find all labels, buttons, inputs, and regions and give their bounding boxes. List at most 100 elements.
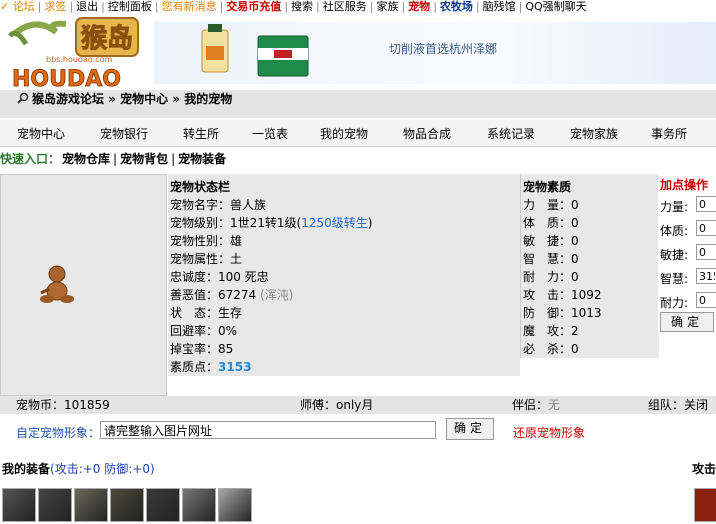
pet-level: 宠物级别：1世21转1级(1250级转生)	[170, 216, 373, 230]
add-point-input[interactable]	[696, 268, 716, 284]
quick-entry-label: 快速入口：	[0, 152, 61, 166]
topbar-link-7[interactable]: 社区服务	[323, 0, 367, 13]
sword-icon[interactable]	[2, 488, 36, 522]
pet-partner: 伴侣：无	[512, 398, 561, 412]
custom-image-row: 自定宠物形象： 确定 还原宠物形象	[0, 416, 716, 446]
ad-banner[interactable]: 切削液首选杭州泽娜	[154, 22, 716, 84]
add-point-input[interactable]	[696, 220, 716, 236]
team-close-link[interactable]: 关闭	[684, 398, 708, 412]
menu-item-0[interactable]: 宠物中心	[17, 125, 65, 142]
quick-link-bag[interactable]: 宠物背包	[120, 152, 168, 166]
menu-item-4[interactable]: 我的宠物	[320, 125, 368, 142]
breadcrumb: 猴岛游戏论坛 » 宠物中心 » 我的宠物	[0, 90, 716, 118]
pet-avatar	[40, 265, 74, 303]
menu-item-5[interactable]: 物品合成	[403, 125, 451, 142]
topbar-separator: |	[284, 0, 289, 13]
custom-image-confirm-button[interactable]: 确定	[446, 418, 494, 440]
equipped-item-icon[interactable]	[694, 488, 716, 522]
equipment-right-label: 攻击	[692, 462, 716, 476]
topbar-separator: |	[37, 0, 42, 13]
quick-entry: 快速入口： 宠物仓库 | 宠物背包 | 宠物装备	[0, 152, 227, 166]
boots-icon[interactable]	[146, 488, 180, 522]
menu-item-8[interactable]: 事务所	[651, 125, 687, 142]
equipment-section: 我的装备(攻击:+0 防御:+0) 攻击	[0, 456, 716, 524]
attribute-row: 智 慧：0	[523, 252, 579, 266]
pet-gender: 宠物性别：雄	[170, 234, 243, 248]
topbar-separator: |	[69, 0, 74, 13]
topbar-link-1[interactable]: 求签	[44, 0, 66, 13]
topbar-separator: |	[433, 0, 437, 13]
attribute-row: 防 御：1013	[523, 306, 602, 320]
quick-link-equipment[interactable]: 宠物装备	[178, 152, 226, 166]
breadcrumb-text[interactable]: 猴岛游戏论坛 » 宠物中心 » 我的宠物	[32, 90, 232, 108]
menu-item-6[interactable]: 系统记录	[487, 125, 535, 142]
pet-karma: 善恶值：67274 (浑沌)	[170, 288, 294, 302]
topbar-link-6[interactable]: 搜索	[291, 0, 313, 13]
topbar-link-9[interactable]: 宠物	[408, 0, 430, 13]
topbar-separator: |	[219, 0, 224, 13]
svg-text:bbs.houdao.com: bbs.houdao.com	[46, 55, 112, 64]
pet-image-panel	[0, 174, 167, 396]
add-point-input[interactable]	[696, 196, 716, 212]
banner-text: 切削液首选杭州泽娜	[389, 42, 498, 56]
pet-points: 素质点：3153	[170, 360, 252, 374]
menu-item-2[interactable]: 转生所	[183, 125, 219, 142]
topbar-link-5[interactable]: 交易币充值	[226, 0, 281, 13]
add-point-label: 智慧:	[660, 272, 689, 286]
topbar-separator: |	[154, 0, 159, 13]
pet-attributes-panel: 宠物素质 力 量：0 体 质：0 敏 捷：0 智 慧：0 耐 力：0 攻 击：1092 防 …	[520, 174, 659, 358]
topbar-link-8[interactable]: 家族	[376, 0, 398, 13]
pet-name: 宠物名字：兽人族	[170, 198, 267, 212]
svg-text:猴岛: 猴岛	[81, 23, 133, 54]
menu-item-3[interactable]: 一览表	[252, 125, 288, 142]
attribute-row: 耐 力：0	[523, 270, 579, 284]
add-points-panel: 加点操作 确定 力量: 体质: 敏捷: 智慧: 耐力:	[658, 174, 716, 334]
status-title: 宠物状态栏	[170, 180, 231, 194]
site-logo[interactable]: 猴岛 bbs.houdao.com HOUDAO	[6, 14, 154, 92]
topbar-link-10[interactable]: 农牧场	[440, 0, 473, 13]
attribute-row: 魔 攻：2	[523, 324, 579, 338]
topbar-separator: |	[316, 0, 320, 13]
pet-info-bar: 宠物币：101859 师傅：only月 伴侣：无 组队：关闭	[0, 396, 716, 414]
menu-item-7[interactable]: 宠物家族	[570, 125, 618, 142]
pet-state: 状 态：生存	[170, 306, 243, 320]
armor-icon[interactable]	[110, 488, 144, 522]
add-points-confirm-button[interactable]: 确定	[660, 312, 714, 332]
image-url-input[interactable]	[100, 421, 436, 439]
topbar-link-0[interactable]: ✓ 论坛	[0, 0, 35, 13]
restore-image-link[interactable]: 还原宠物形象	[513, 424, 585, 441]
topbar-link-2[interactable]: 退出	[76, 0, 98, 13]
pet-loyalty: 忠诚度：100 死忠	[170, 270, 269, 284]
topbar-separator: |	[369, 0, 374, 13]
topbar-link-4[interactable]: 您有新消息	[162, 0, 217, 13]
spear-icon[interactable]	[38, 488, 72, 522]
attributes-title: 宠物素质	[523, 180, 572, 194]
attribute-row: 体 质：0	[523, 216, 579, 230]
helmet-icon[interactable]	[74, 488, 108, 522]
gauntlet-icon[interactable]	[218, 488, 252, 522]
ring-icon[interactable]	[182, 488, 216, 522]
topbar-link-11[interactable]: 脑残馆	[483, 0, 516, 13]
rebirth-link[interactable]: 1250级转生	[301, 216, 368, 230]
add-point-label: 敏捷:	[660, 248, 689, 262]
add-point-input[interactable]	[696, 292, 716, 308]
equipment-title: 我的装备(攻击:+0 防御:+0)	[2, 462, 155, 476]
topbar-separator: |	[518, 0, 523, 13]
custom-image-label: 自定宠物形象：	[16, 426, 101, 440]
menu-item-1[interactable]: 宠物银行	[100, 125, 148, 142]
topbar-link-12[interactable]: QQ强制聊天	[525, 0, 586, 13]
add-point-input[interactable]	[696, 244, 716, 260]
topbar-link-3[interactable]: 控制面板	[108, 0, 152, 13]
topbar-separator: |	[101, 0, 105, 13]
site-header: 猴岛 bbs.houdao.com HOUDAO 切削液首选杭州泽娜	[0, 14, 716, 92]
pet-element: 宠物属性：土	[170, 252, 243, 266]
attribute-row: 攻 击：1092	[523, 288, 602, 302]
attribute-row: 必 杀：0	[523, 342, 579, 356]
pet-drop-rate: 掉宝率：85	[170, 342, 234, 356]
add-point-label: 体质:	[660, 224, 689, 238]
top-nav-bar: ✓ 论坛 | 求签 | 退出 | 控制面板 | 您有新消息 | 交易币充值 | 搜索 | 社区服务 | 家族 | 宠…	[0, 0, 716, 14]
pet-master: 师傅：only月	[300, 398, 374, 412]
attribute-row: 敏 捷：0	[523, 234, 579, 248]
quick-link-warehouse[interactable]: 宠物仓库	[62, 152, 110, 166]
pet-menu: 宠物中心 宠物银行 转生所 一览表 我的宠物 物品合成 系统记录 宠物家族 事务所	[0, 120, 716, 147]
